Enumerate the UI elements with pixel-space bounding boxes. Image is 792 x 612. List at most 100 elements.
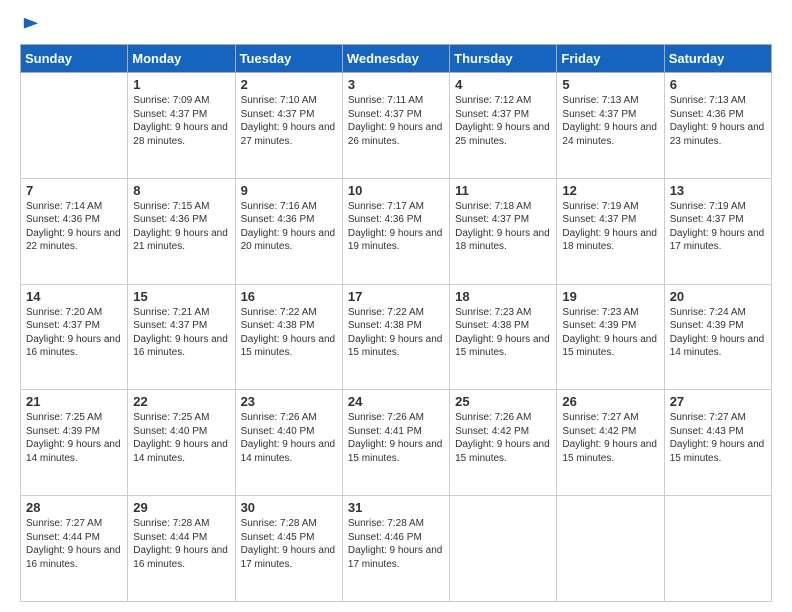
header: [20, 16, 772, 34]
day-number: 19: [562, 289, 658, 304]
day-number: 6: [670, 77, 766, 92]
calendar-cell: 14Sunrise: 7:20 AM Sunset: 4:37 PM Dayli…: [21, 284, 128, 390]
calendar-header-row: SundayMondayTuesdayWednesdayThursdayFrid…: [21, 45, 772, 73]
calendar-cell: 1Sunrise: 7:09 AM Sunset: 4:37 PM Daylig…: [128, 73, 235, 179]
logo: [20, 16, 40, 34]
day-info: Sunrise: 7:18 AM Sunset: 4:37 PM Dayligh…: [455, 200, 551, 254]
day-number: 16: [241, 289, 337, 304]
calendar-cell: 11 Sunrise: 7:18 AM Sunset: 4:37 PM Dayli…: [450, 178, 557, 284]
day-info: Sunrise: 7:23 AM Sunset: 4:38 PM Dayligh…: [455, 306, 551, 360]
day-number: 4: [455, 77, 551, 92]
day-info: Sunrise: 7:25 AM Sunset: 4:39 PM Dayligh…: [26, 411, 122, 465]
day-info: Sunrise: 7:09 AM Sunset: 4:37 PM Dayligh…: [133, 94, 229, 148]
calendar-cell: 4 Sunrise: 7:12 AM Sunset: 4:37 PM Daylig…: [450, 73, 557, 179]
calendar-cell: [557, 496, 664, 602]
calendar-cell: 19Sunrise: 7:23 AM Sunset: 4:39 PM Dayli…: [557, 284, 664, 390]
day-number: 23: [241, 394, 337, 409]
calendar-cell: [21, 73, 128, 179]
day-info: Sunrise: 7:26 AM Sunset: 4:40 PM Dayligh…: [241, 411, 337, 465]
day-number: 11: [455, 183, 551, 198]
calendar-cell: 29 Sunrise: 7:28 AM Sunset: 4:44 PM Dayli…: [128, 496, 235, 602]
col-header-tuesday: Tuesday: [235, 45, 342, 73]
calendar-cell: 30Sunrise: 7:28 AM Sunset: 4:45 PM Dayli…: [235, 496, 342, 602]
col-header-sunday: Sunday: [21, 45, 128, 73]
day-info: Sunrise: 7:11 AM Sunset: 4:37 PM Dayligh…: [348, 94, 444, 148]
col-header-friday: Friday: [557, 45, 664, 73]
calendar-cell: 5Sunrise: 7:13 AM Sunset: 4:37 PM Daylig…: [557, 73, 664, 179]
day-info: Sunrise: 7:25 AM Sunset: 4:40 PM Dayligh…: [133, 411, 229, 465]
day-number: 13: [670, 183, 766, 198]
calendar-cell: 24 Sunrise: 7:26 AM Sunset: 4:41 PM Dayli…: [342, 390, 449, 496]
week-row-1: 1Sunrise: 7:09 AM Sunset: 4:37 PM Daylig…: [21, 73, 772, 179]
day-number: 15: [133, 289, 229, 304]
day-info: Sunrise: 7:13 AM Sunset: 4:36 PM Dayligh…: [670, 94, 766, 148]
day-number: 3: [348, 77, 444, 92]
calendar-cell: [664, 496, 771, 602]
calendar-table: SundayMondayTuesdayWednesdayThursdayFrid…: [20, 44, 772, 602]
calendar-cell: 9 Sunrise: 7:16 AM Sunset: 4:36 PM Daylig…: [235, 178, 342, 284]
day-number: 10: [348, 183, 444, 198]
day-info: Sunrise: 7:12 AM Sunset: 4:37 PM Dayligh…: [455, 94, 551, 148]
calendar-cell: 2Sunrise: 7:10 AM Sunset: 4:37 PM Daylig…: [235, 73, 342, 179]
calendar-cell: 18 Sunrise: 7:23 AM Sunset: 4:38 PM Dayli…: [450, 284, 557, 390]
calendar-cell: 20 Sunrise: 7:24 AM Sunset: 4:39 PM Dayli…: [664, 284, 771, 390]
day-number: 29: [133, 500, 229, 515]
day-number: 17: [348, 289, 444, 304]
day-info: Sunrise: 7:15 AM Sunset: 4:36 PM Dayligh…: [133, 200, 229, 254]
day-info: Sunrise: 7:10 AM Sunset: 4:37 PM Dayligh…: [241, 94, 337, 148]
day-info: Sunrise: 7:17 AM Sunset: 4:36 PM Dayligh…: [348, 200, 444, 254]
day-info: Sunrise: 7:24 AM Sunset: 4:39 PM Dayligh…: [670, 306, 766, 360]
day-info: Sunrise: 7:22 AM Sunset: 4:38 PM Dayligh…: [348, 306, 444, 360]
day-number: 22: [133, 394, 229, 409]
calendar-cell: [450, 496, 557, 602]
calendar-cell: 31 Sunrise: 7:28 AM Sunset: 4:46 PM Dayli…: [342, 496, 449, 602]
day-info: Sunrise: 7:16 AM Sunset: 4:36 PM Dayligh…: [241, 200, 337, 254]
calendar-cell: 28 Sunrise: 7:27 AM Sunset: 4:44 PM Dayli…: [21, 496, 128, 602]
week-row-2: 7Sunrise: 7:14 AM Sunset: 4:36 PM Daylig…: [21, 178, 772, 284]
day-info: Sunrise: 7:26 AM Sunset: 4:42 PM Dayligh…: [455, 411, 551, 465]
calendar-cell: 26 Sunrise: 7:27 AM Sunset: 4:42 PM Dayli…: [557, 390, 664, 496]
day-number: 18: [455, 289, 551, 304]
calendar-cell: 16 Sunrise: 7:22 AM Sunset: 4:38 PM Dayli…: [235, 284, 342, 390]
day-info: Sunrise: 7:21 AM Sunset: 4:37 PM Dayligh…: [133, 306, 229, 360]
calendar-cell: 13 Sunrise: 7:19 AM Sunset: 4:37 PM Dayli…: [664, 178, 771, 284]
week-row-5: 28 Sunrise: 7:27 AM Sunset: 4:44 PM Dayli…: [21, 496, 772, 602]
day-info: Sunrise: 7:27 AM Sunset: 4:44 PM Dayligh…: [26, 517, 122, 571]
day-info: Sunrise: 7:27 AM Sunset: 4:42 PM Dayligh…: [562, 411, 658, 465]
day-number: 9: [241, 183, 337, 198]
day-number: 27: [670, 394, 766, 409]
day-info: Sunrise: 7:22 AM Sunset: 4:38 PM Dayligh…: [241, 306, 337, 360]
day-number: 28: [26, 500, 122, 515]
day-number: 31: [348, 500, 444, 515]
day-info: Sunrise: 7:19 AM Sunset: 4:37 PM Dayligh…: [562, 200, 658, 254]
day-info: Sunrise: 7:28 AM Sunset: 4:44 PM Dayligh…: [133, 517, 229, 571]
day-number: 12: [562, 183, 658, 198]
day-number: 21: [26, 394, 122, 409]
week-row-4: 21 Sunrise: 7:25 AM Sunset: 4:39 PM Dayli…: [21, 390, 772, 496]
day-info: Sunrise: 7:28 AM Sunset: 4:45 PM Dayligh…: [241, 517, 337, 571]
calendar-cell: 27 Sunrise: 7:27 AM Sunset: 4:43 PM Dayli…: [664, 390, 771, 496]
day-number: 24: [348, 394, 444, 409]
day-number: 8: [133, 183, 229, 198]
day-number: 25: [455, 394, 551, 409]
day-info: Sunrise: 7:26 AM Sunset: 4:41 PM Dayligh…: [348, 411, 444, 465]
calendar-cell: 22 Sunrise: 7:25 AM Sunset: 4:40 PM Dayli…: [128, 390, 235, 496]
calendar-cell: 12 Sunrise: 7:19 AM Sunset: 4:37 PM Dayli…: [557, 178, 664, 284]
calendar-cell: 6 Sunrise: 7:13 AM Sunset: 4:36 PM Daylig…: [664, 73, 771, 179]
col-header-monday: Monday: [128, 45, 235, 73]
col-header-saturday: Saturday: [664, 45, 771, 73]
day-number: 5: [562, 77, 658, 92]
calendar-cell: 17 Sunrise: 7:22 AM Sunset: 4:38 PM Dayli…: [342, 284, 449, 390]
calendar-cell: 10 Sunrise: 7:17 AM Sunset: 4:36 PM Dayli…: [342, 178, 449, 284]
day-number: 26: [562, 394, 658, 409]
day-info: Sunrise: 7:19 AM Sunset: 4:37 PM Dayligh…: [670, 200, 766, 254]
calendar-cell: 21 Sunrise: 7:25 AM Sunset: 4:39 PM Dayli…: [21, 390, 128, 496]
day-number: 7: [26, 183, 122, 198]
calendar-cell: 25 Sunrise: 7:26 AM Sunset: 4:42 PM Dayli…: [450, 390, 557, 496]
day-info: Sunrise: 7:27 AM Sunset: 4:43 PM Dayligh…: [670, 411, 766, 465]
col-header-thursday: Thursday: [450, 45, 557, 73]
week-row-3: 14Sunrise: 7:20 AM Sunset: 4:37 PM Dayli…: [21, 284, 772, 390]
day-number: 20: [670, 289, 766, 304]
calendar-cell: 7Sunrise: 7:14 AM Sunset: 4:36 PM Daylig…: [21, 178, 128, 284]
day-info: Sunrise: 7:28 AM Sunset: 4:46 PM Dayligh…: [348, 517, 444, 571]
